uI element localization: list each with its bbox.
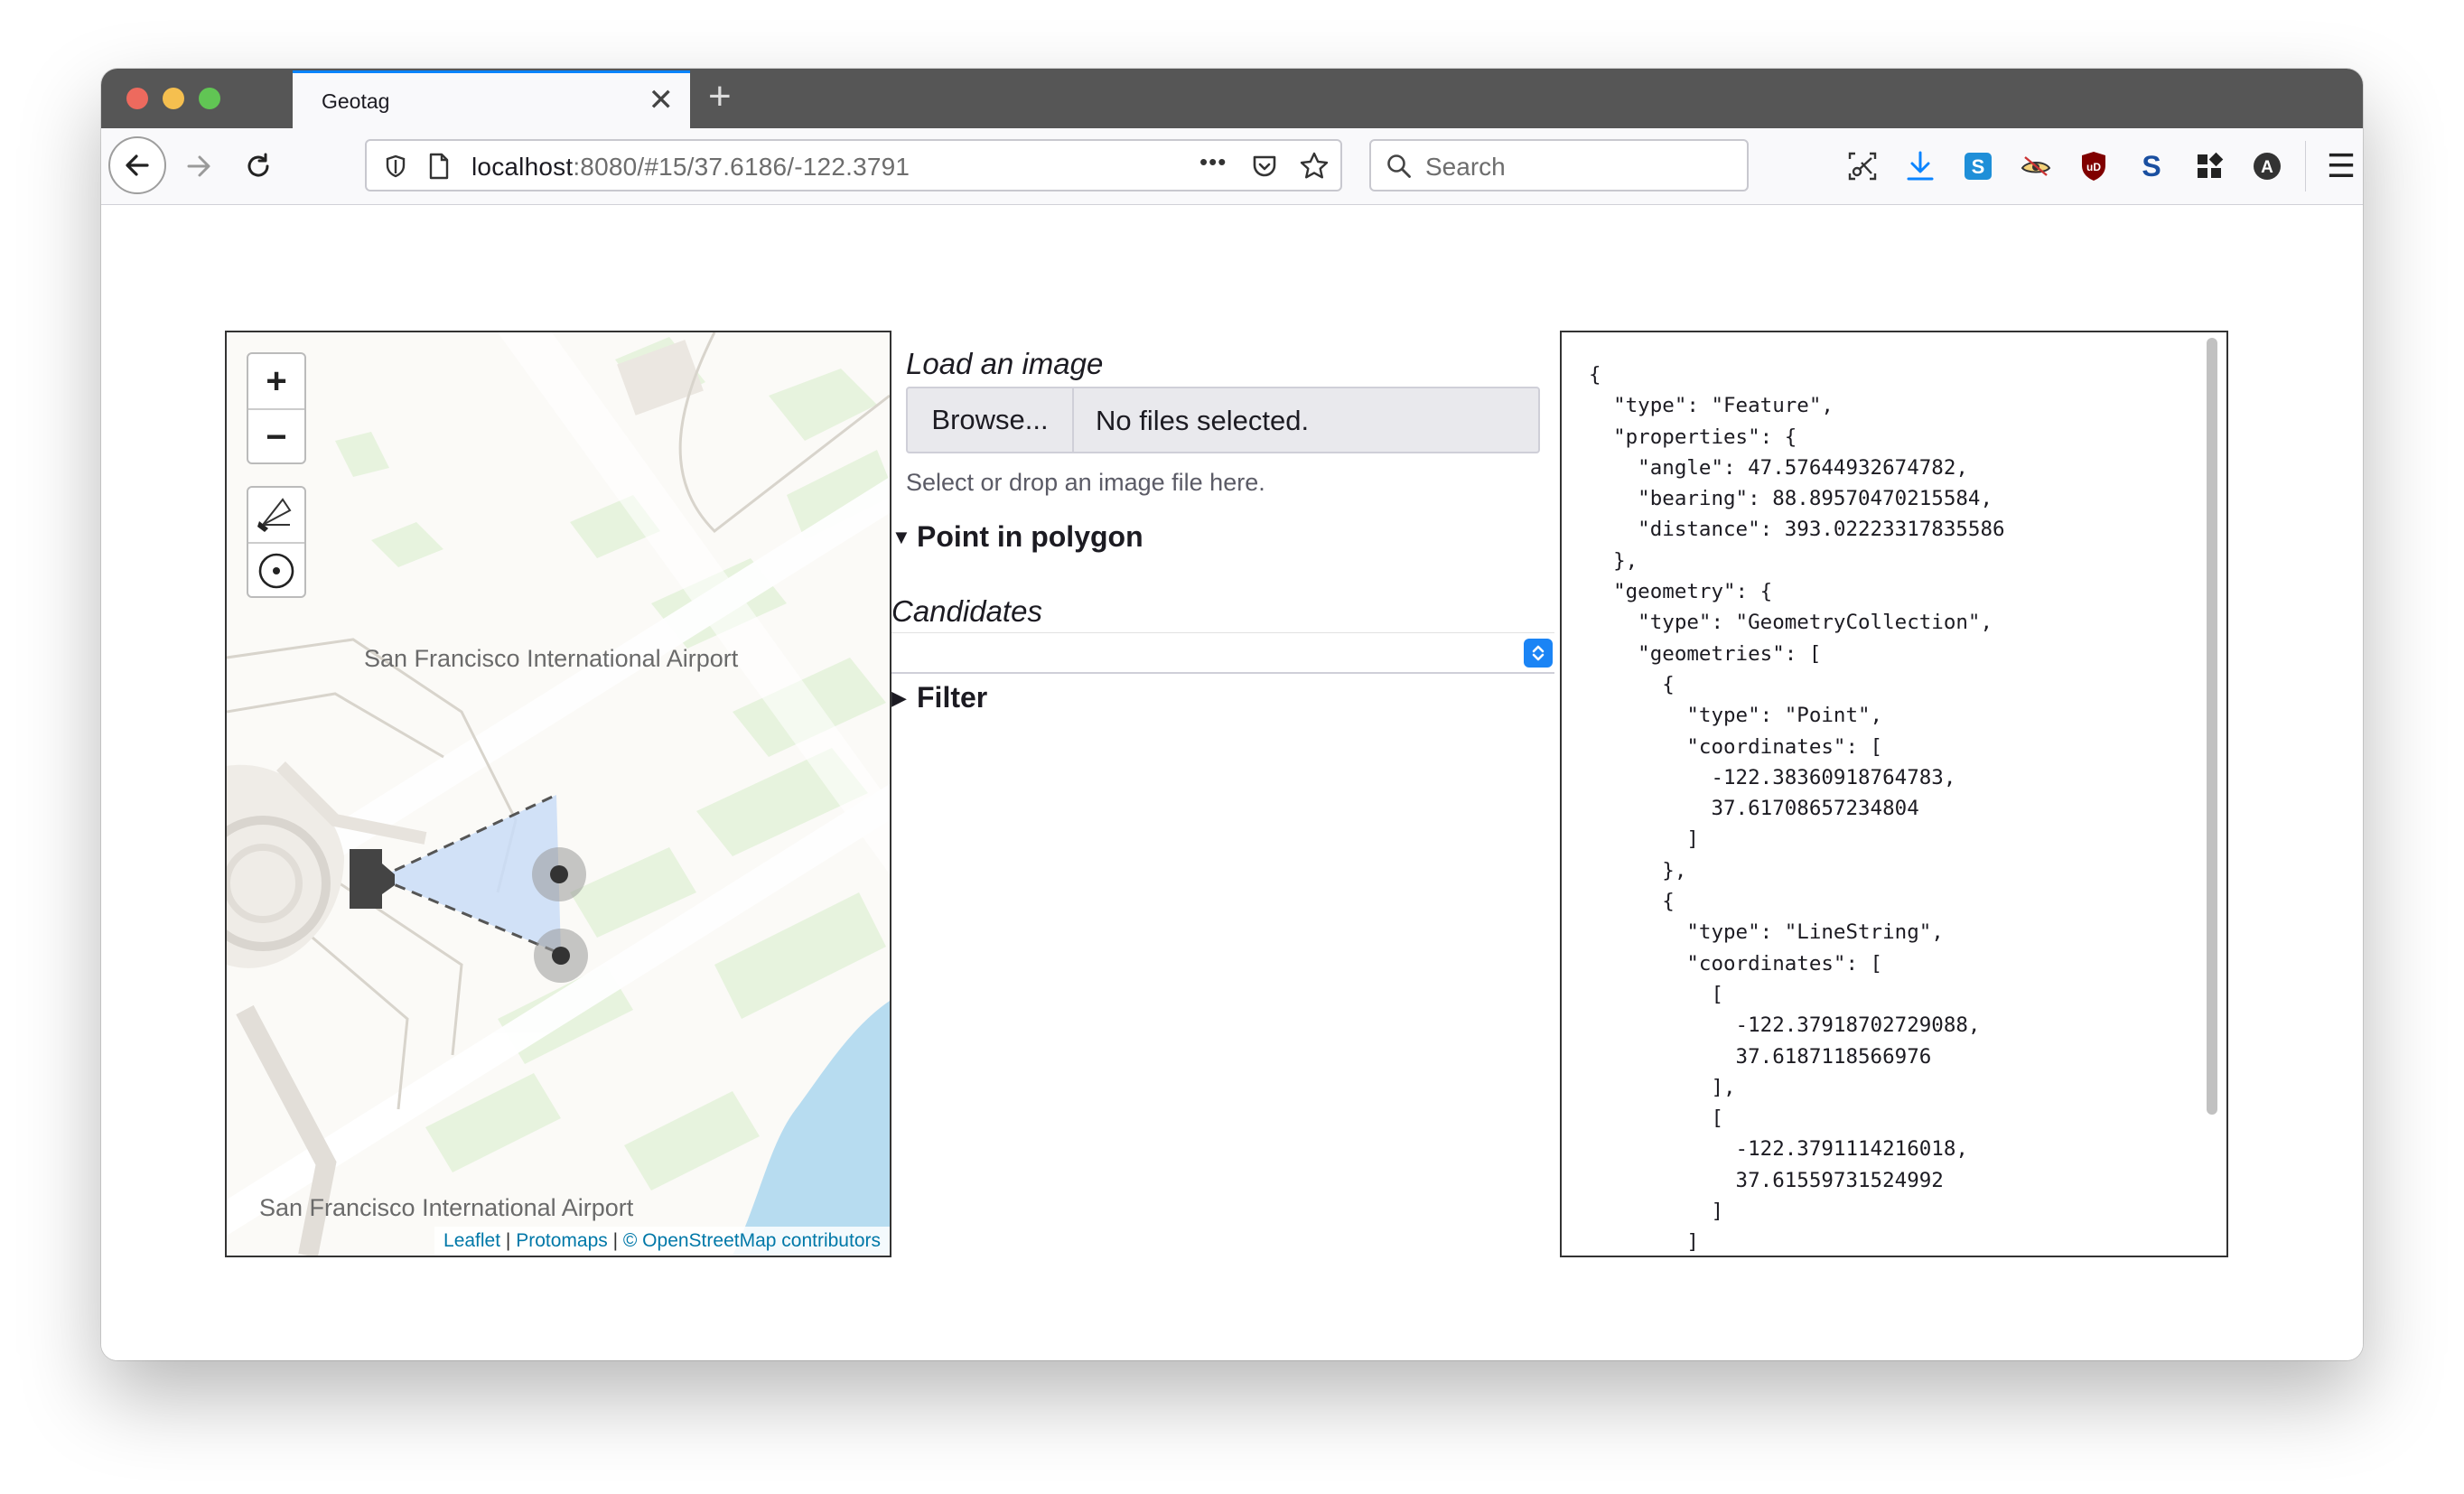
page-icon [429,153,449,180]
candidates-select[interactable] [891,632,1554,674]
download-icon[interactable] [1900,146,1940,186]
collapsed-triangle-icon: ▶ [891,686,907,709]
browse-button[interactable]: Browse... [908,388,1074,452]
attribution-separator: | [500,1230,517,1251]
svg-text:A: A [2261,158,2273,177]
search-icon [1387,154,1411,178]
reload-icon [247,153,269,177]
select-arrows-icon [1524,639,1553,668]
geojson-text: { "type": "Feature", "properties": { "an… [1589,363,2005,1255]
page-content: San Francisco International Airport San … [101,205,2363,1360]
back-button[interactable] [108,136,166,194]
search-placeholder: Search [1425,153,1506,181]
arrow-left-icon [126,154,149,176]
close-window-button[interactable] [126,88,148,109]
account-avatar-icon[interactable]: A [2247,146,2287,186]
browser-window: Geotag ✕ + localhost:8080/#15/37.6186/-1… [101,69,2363,1360]
bookmark-star-icon[interactable] [1299,151,1330,182]
search-bar[interactable]: Search [1369,139,1749,191]
new-tab-button[interactable]: + [708,74,732,119]
url-text[interactable]: localhost:8080/#15/37.6186/-122.3791 [471,153,910,182]
page-actions-icon[interactable]: ••• [1199,148,1227,176]
attribution-separator: | [607,1230,623,1251]
map-label-airport-bottom: San Francisco International Airport [259,1194,634,1221]
expanded-triangle-icon: ▼ [891,526,911,548]
point-in-polygon-toggle[interactable]: ▼ Point in polygon [891,520,1143,554]
url-bar[interactable]: localhost:8080/#15/37.6186/-122.3791 ••• [365,139,1342,191]
url-path: :8080/#15/37.6186/-122.3791 [573,153,910,181]
image-file-input[interactable]: Browse... No files selected. [906,387,1540,453]
shield-icon[interactable] [383,154,408,179]
geojson-output[interactable]: { "type": "Feature", "properties": { "an… [1560,331,2228,1257]
map-attribution: Leaflet | Protomaps | © OpenStreetMap co… [434,1227,890,1256]
filter-label: Filter [917,681,988,714]
map-view[interactable]: San Francisco International Airport San … [225,331,891,1257]
ublock-shield-icon[interactable]: uD [2074,146,2114,186]
map-tiles[interactable] [227,332,890,1256]
eye-extension-icon[interactable] [2016,146,2056,186]
s-extension-icon[interactable]: S [2132,146,2171,186]
pocket-icon[interactable] [1250,152,1279,181]
load-image-heading: Load an image [906,347,1104,380]
toolbar-divider [2305,141,2306,191]
svg-text:S: S [2142,151,2161,182]
openstreetmap-link[interactable]: © OpenStreetMap contributors [623,1230,881,1251]
tab-close-icon[interactable]: ✕ [649,82,675,118]
url-host: localhost [471,153,574,181]
tab-geotag[interactable]: Geotag ✕ [293,70,690,128]
menu-icon[interactable]: ☰ [2321,146,2361,186]
protomaps-link[interactable]: Protomaps [516,1230,608,1251]
camera-fov-icon [257,498,292,532]
grid-extension-icon[interactable] [2189,146,2229,186]
candidates-heading: Candidates [891,594,1042,628]
zoom-window-button[interactable] [199,88,220,109]
scrollbar-thumb[interactable] [2207,338,2217,1115]
file-status: No files selected. [1096,405,1310,436]
map-label-airport: San Francisco International Airport [364,645,739,672]
title-bar: Geotag ✕ + [101,69,2363,128]
svg-text:uD: uD [2086,161,2101,173]
locate-button[interactable] [248,544,304,598]
minimize-window-button[interactable] [163,88,184,109]
svg-text:S: S [1972,155,1985,178]
leaflet-link[interactable]: Leaflet [443,1230,500,1251]
zoom-in-button[interactable]: + [248,354,304,410]
arrow-right-icon [187,155,210,177]
forward-button[interactable] [172,139,226,193]
navigation-toolbar: localhost:8080/#15/37.6186/-122.3791 •••… [101,128,2363,205]
target-icon [258,553,294,589]
zoom-out-button[interactable]: − [248,410,304,464]
drop-hint: Select or drop an image file here. [906,469,1265,496]
skype-extension-icon[interactable]: S [1958,146,1998,186]
tab-title: Geotag [322,89,390,113]
map-tool-control [247,486,306,598]
filter-toggle[interactable]: ▶ Filter [891,681,987,714]
zoom-control: + − [247,352,306,464]
point-in-polygon-label: Point in polygon [917,520,1143,553]
screenshot-extension-icon[interactable] [1843,146,1882,186]
reload-button[interactable] [231,139,285,193]
viewshed-tool-button[interactable] [248,488,304,544]
